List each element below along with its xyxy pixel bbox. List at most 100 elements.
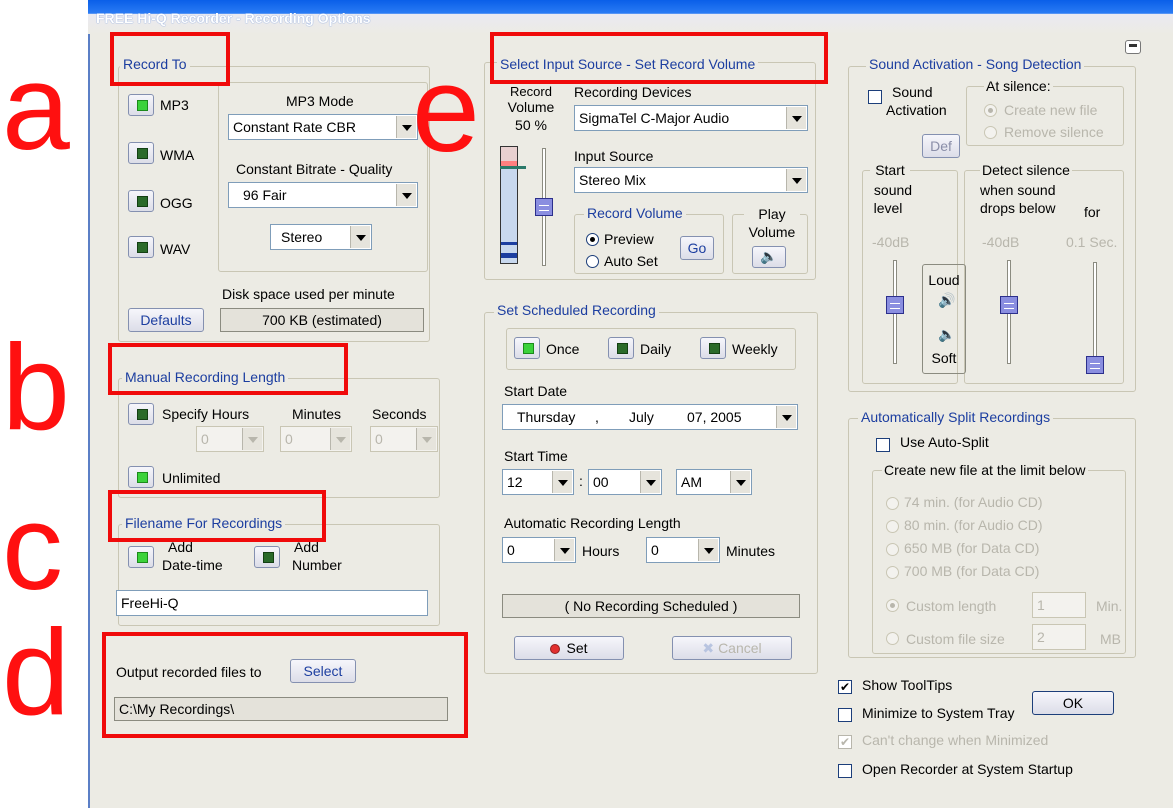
split-80min-label: 80 min. (for Audio CD) <box>904 517 1043 533</box>
start-hour-value: 12 <box>507 474 523 490</box>
specify-hours-button[interactable] <box>128 403 154 425</box>
filename-input[interactable]: FreeHi-Q <box>116 590 428 616</box>
start-date-month: July <box>629 409 654 425</box>
once-label: Once <box>546 341 580 357</box>
create-new-file-label: Create new file <box>1004 102 1098 118</box>
split-74min-radio[interactable] <box>886 497 899 510</box>
highlight-input-source <box>490 32 828 84</box>
set-schedule-button[interactable]: Set <box>514 636 624 660</box>
add-datetime-label-2: Date-time <box>162 557 223 573</box>
disk-space-value: 700 KB (estimated) <box>220 308 424 332</box>
mp3-mode-dropdown[interactable]: Constant Rate CBR <box>228 114 418 140</box>
weekly-button[interactable] <box>700 337 726 359</box>
speaker-icon: 🔈 <box>760 248 778 264</box>
open-startup-checkbox[interactable] <box>838 764 852 778</box>
auto-minutes-value: 0 <box>651 542 659 558</box>
cant-change-checkbox[interactable]: ✔ <box>838 735 852 749</box>
manual-minutes-dropdown[interactable]: 0 <box>280 426 352 452</box>
input-source-dropdown[interactable]: Stereo Mix <box>574 167 808 193</box>
cant-change-label: Can't change when Minimized <box>862 732 1049 748</box>
record-volume-slider[interactable] <box>535 198 553 216</box>
sound-activation-label-1: Sound <box>892 84 933 100</box>
start-label-1: Start <box>870 162 910 178</box>
annotation-e: e <box>412 41 480 177</box>
recording-device-dropdown[interactable]: SigmaTel C-Major Audio <box>574 105 808 131</box>
defaults-button[interactable]: Defaults <box>128 308 204 332</box>
auto-split-title: Automatically Split Recordings <box>858 409 1054 425</box>
auto-minutes-dropdown[interactable]: 0 <box>646 537 720 563</box>
start-minute-dropdown[interactable]: 00 <box>588 469 662 495</box>
custom-length-radio[interactable] <box>886 599 899 612</box>
soft-speaker-icon: 🔈 <box>938 326 956 342</box>
scheduled-title: Set Scheduled Recording <box>494 302 659 318</box>
annotation-a: a <box>2 39 70 175</box>
custom-size-label: Custom file size <box>906 631 1005 647</box>
auto-set-radio[interactable] <box>586 255 599 268</box>
add-number-button[interactable] <box>254 546 280 568</box>
input-source-label: Input Source <box>574 148 654 164</box>
format-wav-button[interactable] <box>128 236 154 258</box>
add-number-label-2: Number <box>292 557 342 573</box>
mp3-mode-value: Constant Rate CBR <box>233 119 356 135</box>
minutes-label: Minutes <box>292 406 342 422</box>
once-button[interactable] <box>514 337 540 359</box>
def-button[interactable]: Def <box>922 134 960 158</box>
highlight-filename <box>108 490 326 542</box>
play-volume-button[interactable]: 🔈 <box>752 246 786 268</box>
unlimited-button[interactable] <box>128 466 154 488</box>
start-ampm-dropdown[interactable]: AM <box>676 469 752 495</box>
soft-label: Soft <box>931 350 957 366</box>
add-datetime-button[interactable] <box>128 546 154 568</box>
for-label: for <box>1084 204 1101 220</box>
split-650mb-radio[interactable] <box>886 543 899 556</box>
detect-label-2: when sound <box>980 182 1056 198</box>
use-auto-split-label: Use Auto-Split <box>900 434 989 450</box>
format-wma-button[interactable] <box>128 142 154 164</box>
sound-activation-label-2: Activation <box>886 102 947 118</box>
custom-length-unit: Min. <box>1096 598 1123 614</box>
custom-size-radio[interactable] <box>886 632 899 645</box>
silence-duration-slider[interactable] <box>1086 356 1104 374</box>
start-time-label: Start Time <box>504 448 568 464</box>
start-date-picker[interactable]: Thursday , July 07, 2005 <box>502 404 798 430</box>
format-ogg-label: OGG <box>160 195 193 211</box>
split-80min-radio[interactable] <box>886 520 899 533</box>
format-wma-label: WMA <box>160 147 195 163</box>
minimize-tray-checkbox[interactable] <box>838 708 852 722</box>
preview-radio[interactable] <box>586 233 599 246</box>
cancel-schedule-button[interactable]: ✖ Cancel <box>672 636 792 660</box>
ok-button[interactable]: OK <box>1032 691 1114 715</box>
unlimited-label: Unlimited <box>162 470 221 486</box>
input-source-value: Stereo Mix <box>579 172 646 188</box>
start-hour-dropdown[interactable]: 12 <box>502 469 574 495</box>
go-button[interactable]: Go <box>680 236 714 260</box>
daily-button[interactable] <box>608 337 634 359</box>
create-new-file-radio[interactable] <box>984 104 997 117</box>
mp3-mode-label: MP3 Mode <box>286 93 354 109</box>
at-silence-label: At silence: <box>984 78 1053 94</box>
custom-length-input[interactable]: 1 <box>1032 592 1086 618</box>
start-ampm-value: AM <box>681 474 702 490</box>
use-auto-split-checkbox[interactable] <box>876 438 890 452</box>
seconds-label: Seconds <box>372 406 427 422</box>
bitrate-value: 96 Fair <box>243 187 287 203</box>
channels-dropdown[interactable]: Stereo <box>270 224 372 250</box>
sound-activation-checkbox[interactable] <box>868 90 882 104</box>
bitrate-dropdown[interactable]: 96 Fair <box>228 182 418 208</box>
detect-label-3: drops below <box>980 200 1056 216</box>
format-ogg-button[interactable] <box>128 190 154 212</box>
detect-level-slider[interactable] <box>1000 296 1018 314</box>
minimize-button[interactable] <box>1125 40 1141 54</box>
remove-silence-radio[interactable] <box>984 126 997 139</box>
auto-hours-dropdown[interactable]: 0 <box>502 537 576 563</box>
filename-value: FreeHi-Q <box>121 595 179 611</box>
format-mp3-button[interactable] <box>128 94 154 116</box>
split-700mb-radio[interactable] <box>886 566 899 579</box>
manual-hours-dropdown[interactable]: 0 <box>196 426 264 452</box>
manual-seconds-dropdown[interactable]: 0 <box>370 426 438 452</box>
time-colon: : <box>579 473 583 489</box>
custom-size-input[interactable]: 2 <box>1032 624 1086 650</box>
show-tooltips-checkbox[interactable]: ✔ <box>838 680 852 694</box>
cancel-x-icon: ✖ <box>702 640 715 656</box>
start-level-slider[interactable] <box>886 296 904 314</box>
